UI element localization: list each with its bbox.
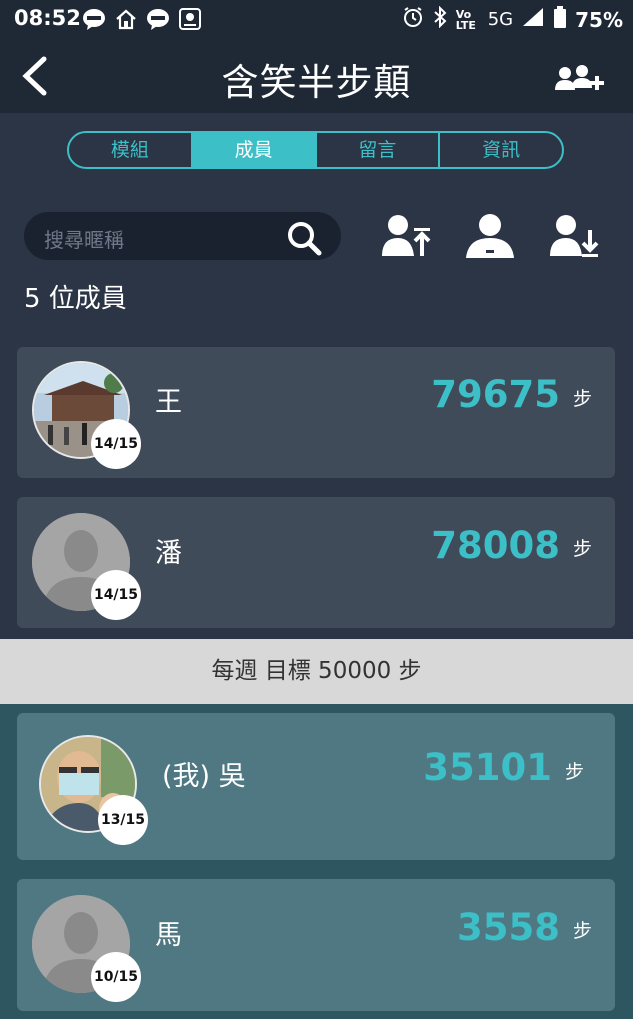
member-name: 王 bbox=[155, 387, 182, 418]
member-steps: 79675 bbox=[431, 373, 560, 416]
steps-unit: 步 bbox=[565, 761, 585, 783]
member-name: 馬 bbox=[155, 920, 182, 951]
tab-info[interactable]: 資訊 bbox=[440, 133, 562, 167]
tab-members[interactable]: 成員 bbox=[192, 133, 317, 167]
search-placeholder: 搜尋暱稱 bbox=[44, 228, 124, 252]
weather-app-icon bbox=[178, 7, 202, 31]
steps-unit: 步 bbox=[573, 920, 593, 942]
network-label: 5G bbox=[487, 9, 514, 30]
member-steps: 3558 bbox=[457, 906, 560, 949]
battery-percent: 75% bbox=[575, 7, 623, 32]
steps-unit: 步 bbox=[573, 538, 593, 560]
member-name: (我) 吳 bbox=[162, 761, 246, 792]
member-card[interactable]: 10/15 馬 3558 步 bbox=[17, 879, 615, 1011]
tab-messages[interactable]: 留言 bbox=[317, 133, 441, 167]
days-badge: 14/15 bbox=[91, 419, 141, 469]
page-title: 含笑半步顛 bbox=[221, 61, 412, 104]
person-sort-up-icon bbox=[382, 215, 431, 256]
member-card[interactable]: 14/15 王 79675 步 bbox=[17, 347, 615, 478]
line-app-icon-2 bbox=[146, 7, 170, 31]
home-icon bbox=[114, 7, 138, 31]
steps-unit: 步 bbox=[573, 388, 593, 410]
sort-ascending-button[interactable] bbox=[380, 212, 432, 260]
days-badge: 13/15 bbox=[98, 795, 148, 845]
person-sort-down-icon bbox=[550, 215, 599, 257]
member-count: 5 位成員 bbox=[24, 284, 127, 314]
search-icon[interactable] bbox=[285, 219, 323, 257]
group-icon bbox=[555, 65, 604, 90]
tab-bar: 模組 成員 留言 資訊 bbox=[67, 131, 564, 169]
member-card[interactable]: 14/15 潘 78008 步 bbox=[17, 497, 615, 628]
status-bar: 08:52 Vo LTE 5G 75% bbox=[0, 0, 633, 40]
sort-descending-button[interactable] bbox=[548, 212, 600, 260]
tab-modules[interactable]: 模組 bbox=[69, 133, 193, 167]
signal-icon bbox=[521, 6, 545, 33]
member-steps: 35101 bbox=[423, 746, 552, 789]
alarm-icon bbox=[402, 6, 424, 33]
member-card-self[interactable]: 13/15 (我) 吳 35101 步 bbox=[17, 713, 615, 860]
notification-icons bbox=[82, 7, 202, 31]
group-settings-button[interactable] bbox=[555, 64, 609, 92]
system-indicators: Vo LTE 5G 75% bbox=[402, 5, 623, 33]
app-header: 含笑半步顛 bbox=[0, 40, 633, 113]
person-icon bbox=[466, 214, 514, 258]
volte-icon: Vo LTE bbox=[455, 7, 476, 32]
search-input[interactable]: 搜尋暱稱 bbox=[24, 212, 341, 260]
member-steps: 78008 bbox=[431, 524, 560, 567]
line-app-icon bbox=[82, 7, 106, 31]
days-badge: 10/15 bbox=[91, 952, 141, 1002]
weekly-goal-divider: 每週 目標 50000 步 bbox=[0, 639, 633, 704]
profile-button[interactable] bbox=[464, 212, 516, 260]
bluetooth-icon bbox=[432, 5, 448, 33]
battery-icon bbox=[553, 6, 567, 33]
days-badge: 14/15 bbox=[91, 570, 141, 620]
member-name: 潘 bbox=[155, 538, 182, 569]
status-time: 08:52 bbox=[14, 6, 81, 30]
